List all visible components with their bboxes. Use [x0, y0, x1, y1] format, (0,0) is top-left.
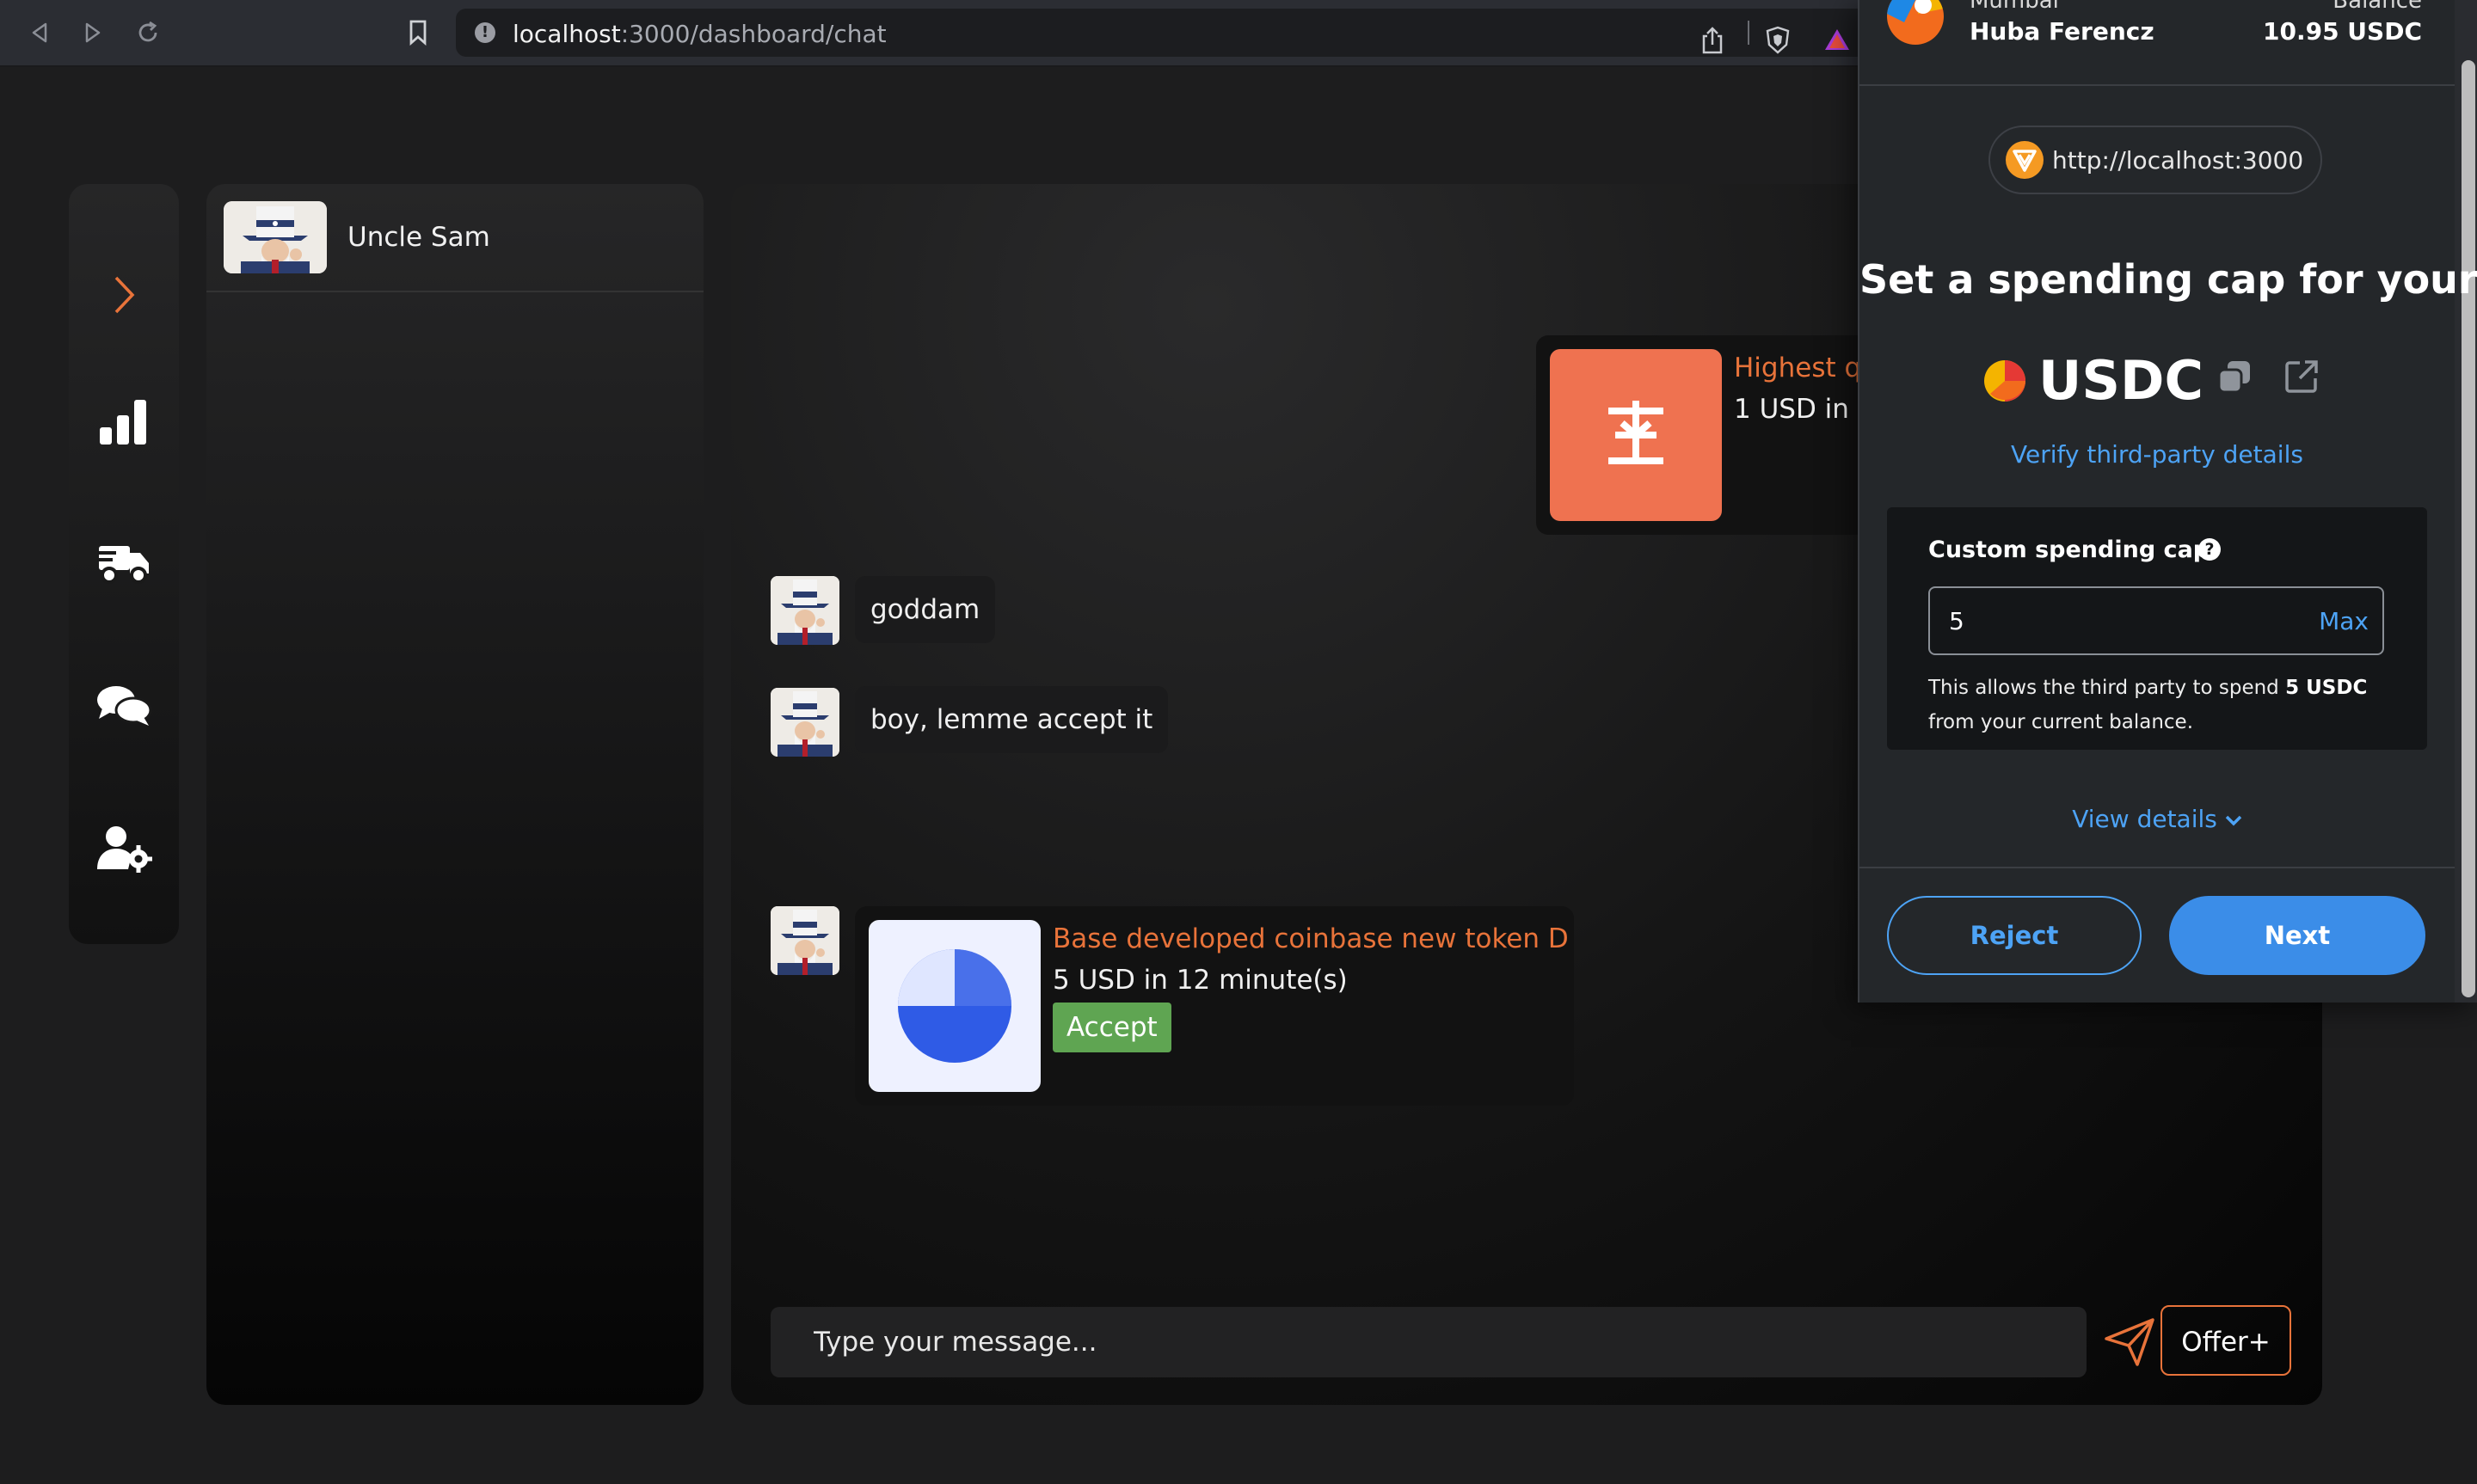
token-logo-blue-icon [869, 920, 1041, 1092]
user-settings-icon[interactable] [69, 810, 179, 887]
next-button[interactable]: Next [2169, 896, 2425, 975]
reload-icon[interactable] [131, 15, 165, 50]
note-amount: 5 USDC [2285, 677, 2368, 699]
contact-item[interactable]: Uncle Sam [206, 184, 704, 292]
url-text: localhost:3000/dashboard/chat [513, 20, 887, 48]
address-bar[interactable]: ! localhost:3000/dashboard/chat [456, 9, 1875, 57]
chat-bubbles-icon[interactable] [69, 667, 179, 745]
message-bubble: boy, lemme accept it [855, 686, 1169, 753]
avatar [771, 688, 839, 757]
spending-cap-input[interactable] [1930, 588, 2291, 653]
external-link-icon[interactable] [2283, 358, 2320, 396]
delivery-truck-icon[interactable] [69, 524, 179, 602]
balance-label: Balance [2333, 0, 2422, 14]
network-name[interactable]: Mumbai [1970, 0, 2059, 14]
usdc-token-icon [1983, 359, 2026, 402]
spending-cap-label: Custom spending cap [1928, 537, 2210, 563]
contacts-panel: Uncle Sam [206, 184, 704, 1405]
origin-url: http://localhost:3000 [2052, 146, 2304, 175]
bookmark-icon[interactable] [401, 15, 435, 50]
message-bubble: goddam [855, 576, 996, 643]
account-name[interactable]: Huba Ferencz [1970, 17, 2154, 46]
token-name: USDC [2038, 349, 2203, 412]
shield-icon[interactable] [1765, 26, 1796, 57]
wallet-footer: Reject Next [1859, 867, 2455, 1003]
dialog-title: Set a spending cap for your [1859, 256, 2477, 303]
expand-chevron-icon[interactable] [69, 256, 179, 334]
max-button[interactable]: Max [2319, 607, 2369, 635]
balance-value: 10.95 USDC [2262, 17, 2422, 46]
help-icon[interactable]: ? [2198, 538, 2221, 561]
origin-pill: http://localhost:3000 [1988, 126, 2322, 194]
site-info-icon[interactable]: ! [475, 22, 495, 43]
analytics-icon[interactable] [69, 383, 179, 461]
spending-cap-field: Max [1928, 586, 2384, 655]
offer-card[interactable]: Base developed coinbase new token D... 5… [855, 906, 1574, 1106]
avatar [224, 201, 327, 273]
contact-name: Uncle Sam [347, 222, 490, 253]
offer-title: Base developed coinbase new token D... [1053, 923, 1569, 954]
share-icon[interactable] [1699, 26, 1730, 57]
spending-cap-note: This allows the third party to spend 5 U… [1928, 671, 2410, 739]
scroll-thumb[interactable] [2462, 60, 2475, 997]
offer-subtitle: 5 USD in 12 minute(s) [1053, 965, 1348, 996]
spending-cap-box: Custom spending cap ? Max This allows th… [1887, 507, 2427, 750]
chevron-down-icon [2225, 815, 2242, 826]
message-input[interactable] [771, 1307, 2087, 1377]
wallet-popup: Mumbai Huba Ferencz Balance 10.95 USDC h… [1858, 0, 2477, 1003]
accept-button[interactable]: Accept [1053, 1003, 1171, 1052]
note-prefix: This allows the third party to spend [1928, 677, 2279, 699]
token-logo-orange-icon [1550, 349, 1722, 521]
account-avatar-icon[interactable] [1887, 0, 1944, 45]
forward-icon[interactable] [76, 15, 110, 50]
wallet-scrollbar[interactable] [2455, 0, 2477, 1003]
reject-button[interactable]: Reject [1887, 896, 2142, 975]
avatar [771, 576, 839, 645]
rewards-icon[interactable] [1823, 26, 1854, 57]
verify-third-party-link[interactable]: Verify third-party details [1859, 440, 2455, 469]
send-icon[interactable] [2095, 1307, 2164, 1377]
view-details-label: View details [2072, 805, 2217, 833]
nav-rail [69, 184, 179, 944]
site-favicon-icon [2006, 141, 2044, 179]
avatar [771, 906, 839, 975]
copy-icon[interactable] [2216, 358, 2253, 396]
offer-button[interactable]: Offer+ [2160, 1305, 2291, 1376]
toolbar-divider [1748, 21, 1749, 45]
view-details-link[interactable]: View details [1859, 805, 2455, 833]
note-suffix: from your current balance. [1928, 711, 2194, 733]
wallet-header: Mumbai Huba Ferencz Balance 10.95 USDC [1859, 0, 2455, 86]
message-composer [771, 1307, 2087, 1377]
back-icon[interactable] [22, 15, 57, 50]
token-row: USDC [1859, 346, 2455, 414]
